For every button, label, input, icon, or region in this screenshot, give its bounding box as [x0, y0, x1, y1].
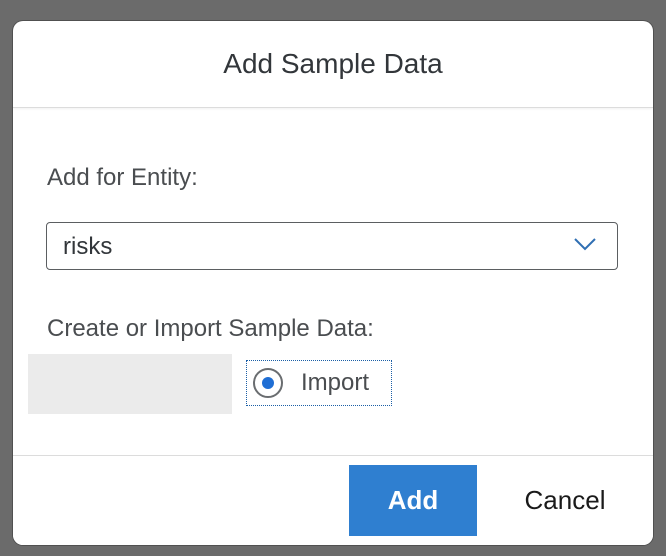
radio-selected-dot	[262, 377, 274, 389]
entity-select-value: risks	[63, 233, 113, 260]
add-sample-data-dialog: Add Sample Data Add for Entity: risks Cr…	[13, 21, 653, 545]
entity-select[interactable]: risks	[46, 222, 618, 270]
dialog-body: Add for Entity: risks Create or Import S…	[13, 108, 653, 456]
import-radio-label: Import	[301, 369, 370, 396]
cancel-button[interactable]: Cancel	[499, 465, 631, 536]
dialog-footer: Add Cancel	[13, 455, 653, 545]
add-button[interactable]: Add	[349, 465, 477, 536]
dialog-header: Add Sample Data	[13, 21, 653, 108]
create-option-placeholder	[28, 354, 232, 414]
dialog-title: Add Sample Data	[223, 48, 443, 79]
chevron-down-icon[interactable]	[573, 236, 597, 252]
entity-label: Add for Entity:	[47, 164, 198, 191]
sample-data-label: Create or Import Sample Data:	[47, 315, 374, 342]
import-radio-option[interactable]: Import	[246, 360, 392, 406]
import-radio-button[interactable]	[253, 368, 283, 398]
